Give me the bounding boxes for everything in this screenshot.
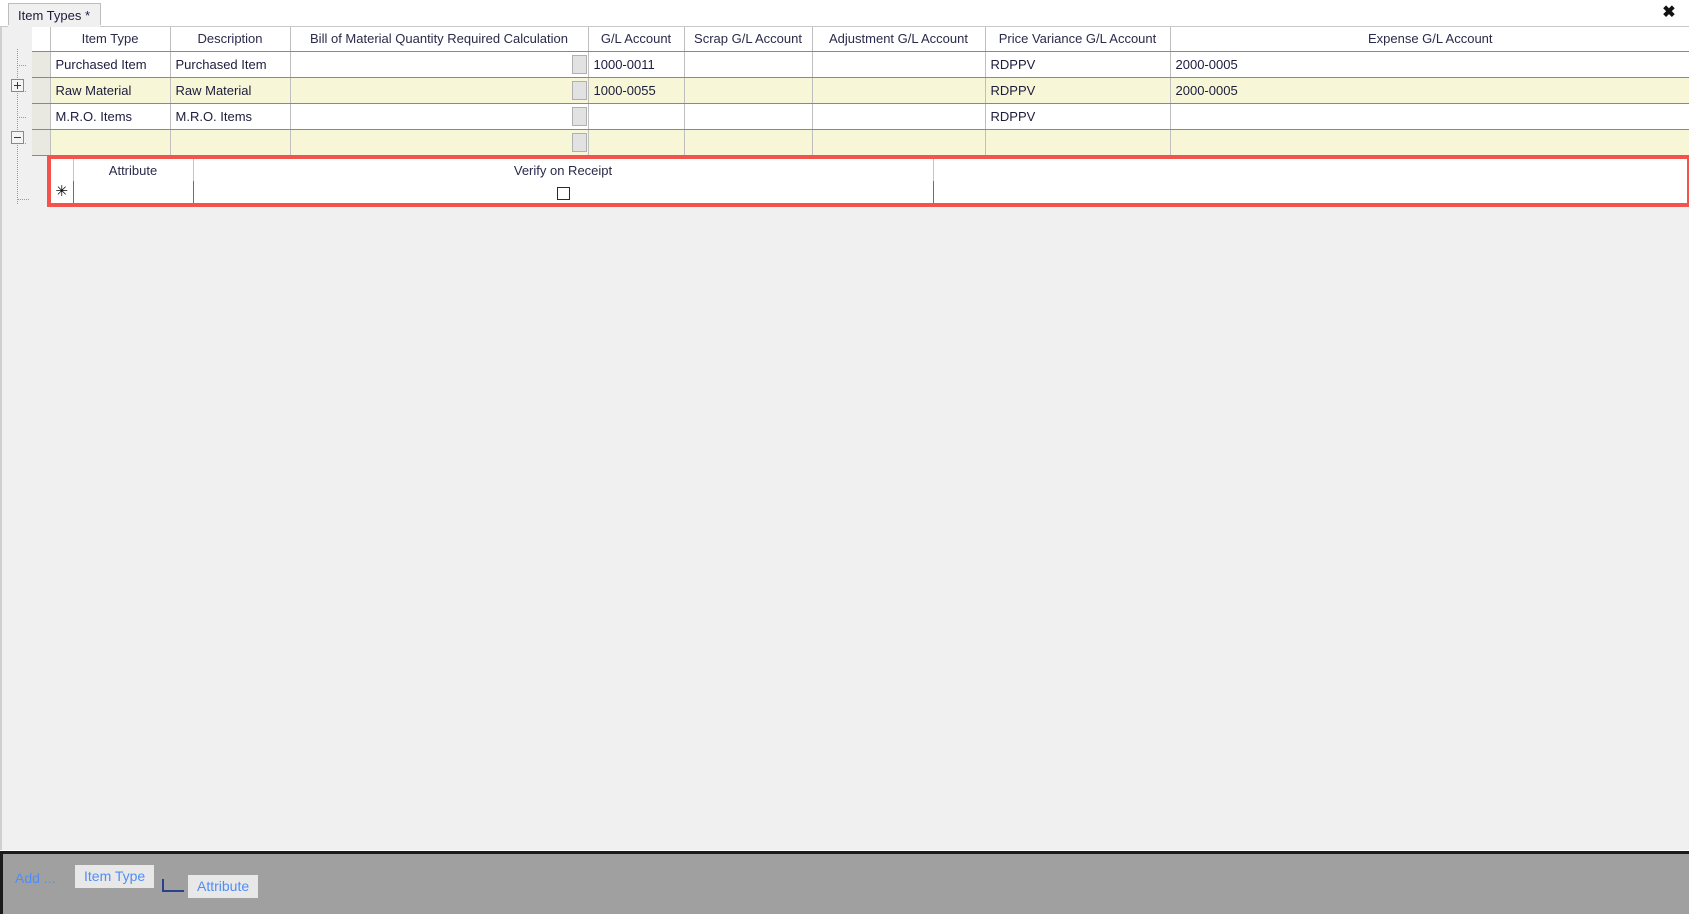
table-header-row: Item Type Description Bill of Material Q… (32, 27, 1689, 52)
close-icon[interactable]: ✖ (1657, 2, 1681, 24)
column-header-adjustment-gl-account[interactable]: Adjustment G/L Account (812, 27, 986, 52)
cell-dropdown-button[interactable] (571, 132, 587, 152)
row-selector[interactable] (32, 103, 51, 130)
tab-strip: Item Types * ✖ (0, 0, 1689, 27)
tree-trunk-line (17, 49, 18, 204)
subgrid-header-row: Attribute Verify on Receipt (51, 159, 1687, 181)
cell-item-type[interactable]: M.R.O. Items (50, 103, 171, 130)
cell-description[interactable]: M.R.O. Items (170, 103, 291, 130)
cell-gl-account[interactable] (588, 129, 685, 156)
subgrid-cell-verify-on-receipt[interactable] (193, 181, 934, 203)
column-header-item-type[interactable]: Item Type (50, 27, 171, 52)
tree-collapse-button-new-row[interactable] (11, 131, 24, 144)
flow-connector-line (162, 879, 184, 892)
cell-dropdown-button[interactable] (571, 80, 587, 100)
grid-area: Item Type Description Bill of Material Q… (0, 27, 1689, 850)
flow-button-item-type-label: Item Type (84, 868, 146, 884)
cell-adjustment-gl-account[interactable] (812, 129, 986, 156)
new-row-asterisk-icon: ✳ (55, 183, 69, 200)
cell-bom-qty-calc[interactable] (290, 129, 589, 156)
cell-bom-qty-calc[interactable] (290, 51, 589, 78)
subgrid-column-header-verify-on-receipt[interactable]: Verify on Receipt (193, 159, 934, 181)
subgrid-new-row[interactable]: ✳ (51, 181, 1687, 203)
cell-price-variance-gl-account[interactable] (985, 129, 1171, 156)
cell-price-variance-gl-account[interactable]: RDPPV (985, 103, 1171, 130)
column-header-price-variance-gl-account[interactable]: Price Variance G/L Account (985, 27, 1171, 52)
column-header-description[interactable]: Description (170, 27, 291, 52)
add-label: Add ... (15, 870, 56, 886)
row-selector[interactable] (32, 129, 51, 156)
cell-gl-account[interactable]: 1000-0011 (588, 51, 685, 78)
column-header-expense-gl-account[interactable]: Expense G/L Account (1170, 27, 1689, 52)
cell-description[interactable]: Raw Material (170, 77, 291, 104)
subgrid-new-row-indicator[interactable]: ✳ (51, 181, 74, 203)
cell-expense-gl-account[interactable]: 2000-0005 (1170, 77, 1689, 104)
table-row[interactable]: Purchased Item Purchased Item 1000-0011 … (32, 51, 1689, 78)
cell-item-type[interactable]: Raw Material (50, 77, 171, 104)
item-types-table: Item Type Description Bill of Material Q… (32, 27, 1689, 156)
subgrid-cell-attribute[interactable] (73, 181, 194, 203)
flow-button-attribute[interactable]: Attribute (188, 875, 259, 898)
cell-dropdown-button[interactable] (571, 106, 587, 126)
cell-gl-account[interactable] (588, 103, 685, 130)
cell-item-type[interactable] (50, 129, 171, 156)
tab-item-types[interactable]: Item Types * (8, 3, 102, 25)
verify-on-receipt-checkbox[interactable] (556, 186, 570, 200)
cell-bom-qty-calc[interactable] (290, 77, 589, 104)
cell-price-variance-gl-account[interactable]: RDPPV (985, 51, 1171, 78)
cell-dropdown-button[interactable] (571, 54, 587, 74)
tree-branch-row3 (17, 117, 26, 118)
tree-expand-button-raw-material[interactable] (11, 79, 24, 92)
cell-description[interactable] (170, 129, 291, 156)
flow-button-item-type[interactable]: Item Type (75, 865, 155, 888)
row-selector[interactable] (32, 77, 51, 104)
close-icon-glyph: ✖ (1662, 4, 1676, 21)
cell-scrap-gl-account[interactable] (684, 51, 813, 78)
column-header-rowselector (32, 27, 51, 52)
cell-adjustment-gl-account[interactable] (812, 51, 986, 78)
table-row[interactable]: Raw Material Raw Material 1000-0055 RDPP… (32, 77, 1689, 104)
cell-price-variance-gl-account[interactable]: RDPPV (985, 77, 1171, 104)
bottom-flow-bar: Add ... Item Type Attribute (0, 851, 1689, 914)
cell-adjustment-gl-account[interactable] (812, 77, 986, 104)
cell-expense-gl-account[interactable]: 2000-0005 (1170, 51, 1689, 78)
subgrid-column-header-filler (933, 159, 1687, 181)
subgrid-column-header-rowselector (51, 159, 74, 181)
subgrid-cell-filler (933, 181, 1687, 203)
column-header-scrap-gl-account[interactable]: Scrap G/L Account (684, 27, 813, 52)
table-row[interactable]: M.R.O. Items M.R.O. Items RDPPV (32, 103, 1689, 130)
flow-button-attribute-label: Attribute (197, 878, 250, 894)
tab-item-types-label: Item Types * (18, 8, 91, 23)
subgrid-column-header-attribute[interactable]: Attribute (73, 159, 194, 181)
cell-bom-qty-calc[interactable] (290, 103, 589, 130)
cell-expense-gl-account[interactable] (1170, 129, 1689, 156)
tree-branch-row1 (17, 65, 26, 66)
cell-item-type[interactable]: Purchased Item (50, 51, 171, 78)
cell-scrap-gl-account[interactable] (684, 77, 813, 104)
tree-gutter (2, 27, 32, 212)
attribute-subgrid: Attribute Verify on Receipt ✳ (51, 159, 1687, 203)
cell-scrap-gl-account[interactable] (684, 129, 813, 156)
cell-adjustment-gl-account[interactable] (812, 103, 986, 130)
tree-branch-subgrid (17, 199, 29, 200)
cell-expense-gl-account[interactable] (1170, 103, 1689, 130)
cell-description[interactable]: Purchased Item (170, 51, 291, 78)
cell-gl-account[interactable]: 1000-0055 (588, 77, 685, 104)
cell-scrap-gl-account[interactable] (684, 103, 813, 130)
attribute-subgrid-highlight: Attribute Verify on Receipt ✳ (47, 155, 1689, 207)
row-selector[interactable] (32, 51, 51, 78)
table-row[interactable] (32, 129, 1689, 156)
column-header-bom-qty-calc[interactable]: Bill of Material Quantity Required Calcu… (290, 27, 589, 52)
column-header-gl-account[interactable]: G/L Account (588, 27, 685, 52)
